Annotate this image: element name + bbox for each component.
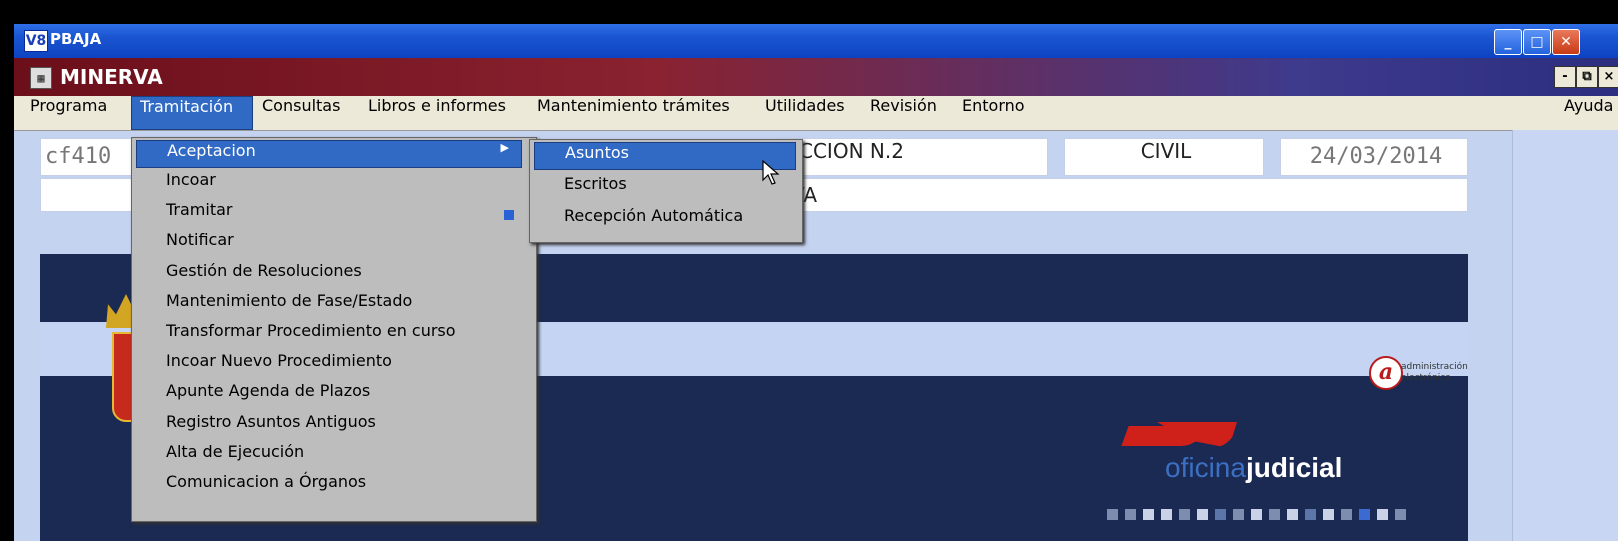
mdi-close-button[interactable]: × bbox=[1598, 66, 1618, 88]
menu-item-mantenimiento-fase[interactable]: Mantenimiento de Fase/Estado bbox=[136, 291, 522, 319]
window-title: PBAJA bbox=[50, 30, 102, 48]
jurisdiccion-field[interactable]: CIVIL bbox=[1064, 138, 1264, 176]
menu-ayuda[interactable]: Ayuda bbox=[1564, 96, 1613, 130]
mdi-restore-button[interactable]: ⧉ bbox=[1576, 66, 1598, 88]
menu-item-apunte-agenda[interactable]: Apunte Agenda de Plazos bbox=[136, 381, 522, 409]
app-titlebar: ▦ MINERVA bbox=[14, 58, 1618, 96]
menu-programa[interactable]: Programa bbox=[30, 96, 107, 130]
submenu-item-escritos[interactable]: Escritos bbox=[534, 174, 796, 202]
submenu-item-recepcion-automatica[interactable]: Recepción Automática bbox=[534, 206, 796, 234]
menu-item-aceptacion[interactable]: Aceptacion ▶ bbox=[136, 140, 522, 168]
menu-utilidades[interactable]: Utilidades bbox=[765, 96, 845, 130]
menu-libros-informes[interactable]: Libros e informes bbox=[368, 96, 506, 130]
menu-item-tramitar[interactable]: Tramitar bbox=[136, 200, 522, 228]
minimize-button[interactable]: _ bbox=[1494, 29, 1522, 55]
menu-item-alta-ejecucion[interactable]: Alta de Ejecución bbox=[136, 442, 522, 470]
menu-item-registro-asuntos[interactable]: Registro Asuntos Antiguos bbox=[136, 412, 522, 440]
oficina-judicial-logo: oficinajudicial bbox=[1107, 422, 1445, 532]
menu-entorno[interactable]: Entorno bbox=[962, 96, 1025, 130]
menu-item-comunicacion-organos[interactable]: Comunicacion a Órganos bbox=[136, 472, 522, 500]
ae-line2: electrónica bbox=[1401, 373, 1451, 383]
close-button[interactable]: ✕ bbox=[1552, 29, 1580, 55]
menu-item-gestion-resoluciones[interactable]: Gestión de Resoluciones bbox=[136, 261, 522, 289]
menu-consultas[interactable]: Consultas bbox=[262, 96, 340, 130]
mouse-cursor-icon bbox=[762, 160, 780, 185]
menu-item-transformar-procedimiento[interactable]: Transformar Procedimiento en curso bbox=[136, 321, 522, 349]
mdi-minimize-button[interactable]: - bbox=[1554, 66, 1576, 88]
ae-line1: administración bbox=[1401, 362, 1468, 372]
menu-revision[interactable]: Revisión bbox=[870, 96, 937, 130]
window-titlebar[interactable]: V8 PBAJA _ □ ✕ bbox=[14, 24, 1618, 58]
app-title: MINERVA bbox=[60, 65, 163, 89]
menu-bar: Programa Tramitación Consultas Libros e … bbox=[14, 96, 1618, 131]
oficina-judicial-text: oficinajudicial bbox=[1165, 452, 1343, 483]
app-grid-icon: ▦ bbox=[30, 67, 52, 89]
tramitacion-dropdown: Aceptacion ▶ Incoar Tramitar Notificar Ge… bbox=[131, 137, 537, 522]
aceptacion-submenu: Asuntos Escritos Recepción Automática bbox=[529, 139, 803, 243]
menu-tramitacion[interactable]: Tramitación bbox=[131, 96, 253, 130]
menu-item-incoar[interactable]: Incoar bbox=[136, 170, 522, 198]
logo-dots bbox=[1107, 509, 1406, 520]
maximize-button[interactable]: □ bbox=[1523, 29, 1551, 55]
menu-item-notificar[interactable]: Notificar bbox=[136, 230, 522, 258]
submenu-item-asuntos[interactable]: Asuntos bbox=[534, 142, 796, 170]
submenu-arrow-icon: ▶ bbox=[500, 141, 509, 154]
right-panel bbox=[1512, 130, 1618, 541]
scroll-marker-icon bbox=[504, 210, 514, 220]
window-logo-icon: V8 bbox=[24, 30, 48, 52]
date-field[interactable]: 24/03/2014 bbox=[1280, 138, 1468, 176]
menu-mantenimiento-tramites[interactable]: Mantenimiento trámites bbox=[537, 96, 730, 130]
menu-item-incoar-nuevo[interactable]: Incoar Nuevo Procedimiento bbox=[136, 351, 522, 379]
seccion-field[interactable]: CCION N.2 bbox=[778, 138, 1048, 176]
ae-at-icon: a bbox=[1369, 356, 1403, 390]
